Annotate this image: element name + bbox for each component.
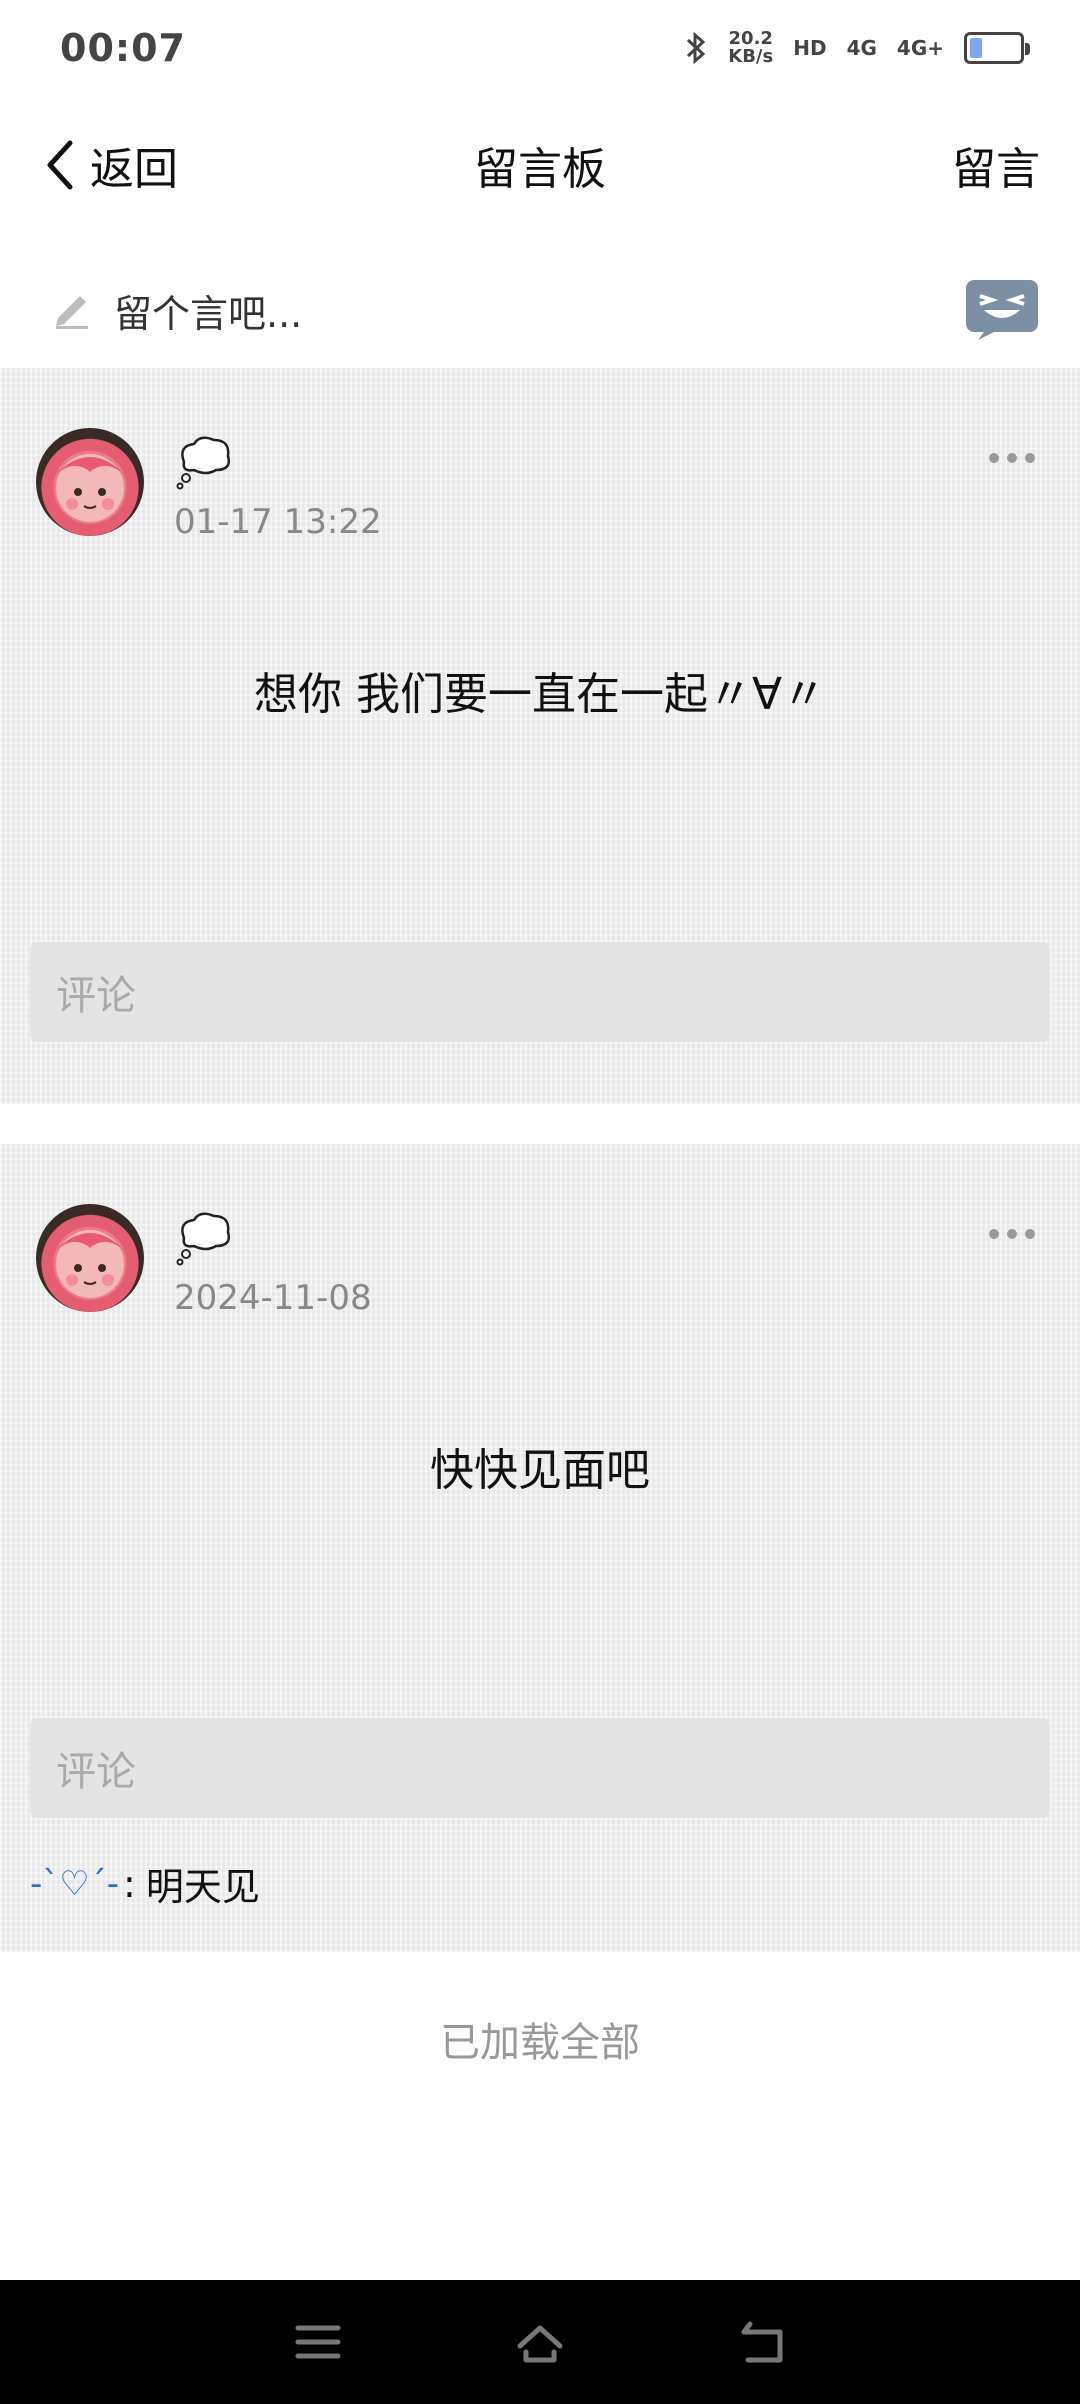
- post-time: 01-17 13:22: [174, 502, 382, 542]
- status-time: 00:07: [60, 26, 186, 70]
- back-button[interactable]: 返回: [40, 133, 178, 197]
- home-icon[interactable]: [514, 2316, 566, 2368]
- more-options-icon[interactable]: [988, 1228, 1036, 1240]
- thought-bubble-icon: [176, 436, 230, 490]
- avatar-image: [54, 454, 126, 522]
- compose-bar[interactable]: 留个言吧...: [0, 255, 1080, 365]
- comment-input[interactable]: 评论: [30, 942, 1050, 1042]
- bluetooth-icon: [687, 31, 706, 65]
- nav-bar: 返回 留言板 留言: [0, 110, 1080, 220]
- more-options-icon[interactable]: [988, 452, 1036, 464]
- comment-input[interactable]: 评论: [30, 1718, 1050, 1818]
- message-card: 2024-11-08 快快见面吧 评论 -ˋ♡ˊ- : 明天见: [0, 1144, 1080, 1952]
- back-nav-icon[interactable]: [736, 2316, 788, 2368]
- post-message: 快快见面吧: [430, 1445, 650, 1496]
- system-nav-bar: [0, 2280, 1080, 2404]
- compose-placeholder[interactable]: 留个言吧...: [114, 283, 964, 338]
- post-message: 想你 我们要一直在一起〃∀〃: [253, 669, 827, 720]
- menu-icon[interactable]: [292, 2316, 344, 2368]
- net-speed: 20.2 KB/s: [728, 30, 773, 66]
- message-card: 01-17 13:22 想你 我们要一直在一起〃∀〃 评论: [0, 368, 1080, 1104]
- reply-text: 明天见: [145, 1865, 260, 1909]
- sim1-signal-icon: 4G: [846, 36, 877, 60]
- emoji-icon[interactable]: [964, 278, 1040, 342]
- post-time: 2024-11-08: [174, 1278, 372, 1318]
- status-bar: 00:07 20.2 KB/s HD 4G 4G+: [0, 0, 1080, 96]
- reply-author[interactable]: -ˋ♡ˊ-: [30, 1864, 119, 1904]
- loaded-all-text: 已加载全部: [440, 2020, 640, 2066]
- message-feed: 01-17 13:22 想你 我们要一直在一起〃∀〃 评论 2024-11-08…: [0, 368, 1080, 1952]
- reply-colon: :: [123, 1861, 136, 1906]
- chevron-left-icon: [47, 140, 73, 190]
- reply-item[interactable]: -ˋ♡ˊ- : 明天见: [30, 1856, 260, 1911]
- pencil-icon: [56, 296, 88, 329]
- hd-icon: HD: [793, 36, 827, 60]
- thought-bubble-icon: [176, 1212, 230, 1266]
- avatar[interactable]: [36, 1204, 144, 1312]
- net-speed-unit: KB/s: [728, 46, 774, 67]
- leave-message-button[interactable]: 留言: [952, 133, 1040, 197]
- status-icons: 20.2 KB/s HD 4G 4G+: [684, 30, 1030, 66]
- back-label: 返回: [90, 144, 178, 195]
- battery-icon: [964, 32, 1030, 64]
- avatar[interactable]: [36, 428, 144, 536]
- avatar-image: [54, 1230, 126, 1298]
- battery-level: [970, 38, 982, 58]
- sim2-signal-icon: 4G+: [896, 36, 944, 60]
